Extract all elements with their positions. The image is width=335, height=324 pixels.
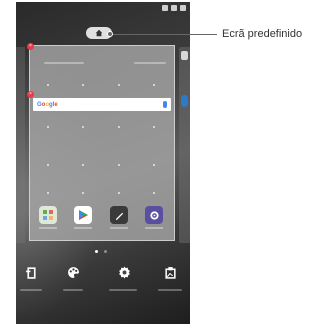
widgets-label: [20, 289, 42, 291]
app-label: [39, 227, 57, 229]
wallpaper-icon[interactable]: [163, 265, 177, 279]
grid-dot: [82, 84, 84, 86]
phone-screen: × × Google: [16, 2, 190, 324]
weather-widget-placeholder: [134, 62, 166, 64]
home-icon: [95, 29, 103, 37]
grid-dot: [118, 192, 120, 194]
grid-dot: [47, 192, 49, 194]
themes-label: [63, 289, 83, 291]
default-home-screen-label: Ecrã predefinido: [222, 28, 303, 40]
callout-line: [110, 34, 217, 35]
home-page-card[interactable]: × × Google: [27, 43, 175, 241]
grid-dot: [47, 84, 49, 86]
page-dot: [104, 250, 107, 253]
page-dot-active: [95, 250, 98, 253]
grid-dot: [153, 192, 155, 194]
signal-icon: [162, 5, 168, 11]
app-label: [145, 227, 163, 229]
home-settings-label: [109, 289, 137, 291]
wifi-icon: [171, 5, 177, 11]
app-label: [110, 227, 128, 229]
app-label: [74, 227, 92, 229]
next-page-preview[interactable]: [179, 47, 190, 243]
grid-dot: [47, 126, 49, 128]
grid-dot: [153, 84, 155, 86]
previous-page-preview[interactable]: [16, 47, 25, 243]
grid-dot: [118, 164, 120, 166]
callout-dot: [107, 31, 113, 37]
widgets-icon[interactable]: [24, 265, 38, 279]
grid-dot: [82, 126, 84, 128]
google-search-widget[interactable]: Google: [33, 98, 171, 111]
app-edge-icon: [181, 95, 188, 107]
grid-dot: [82, 192, 84, 194]
remove-page-icon[interactable]: ×: [27, 43, 34, 50]
mic-icon[interactable]: [163, 101, 167, 108]
contacts-app-icon[interactable]: [39, 206, 57, 224]
widget-edge-icon: [181, 51, 188, 60]
grid-dot: [153, 126, 155, 128]
settings-app-icon[interactable]: [145, 206, 163, 224]
grid-dot: [118, 126, 120, 128]
clock-widget-placeholder: [44, 62, 84, 64]
themes-palette-icon[interactable]: [66, 265, 80, 279]
grid-dot: [118, 84, 120, 86]
grid-dot: [153, 164, 155, 166]
status-bar: [16, 2, 190, 14]
wallpaper-label: [158, 289, 182, 291]
battery-icon: [180, 5, 186, 11]
play-store-icon[interactable]: [74, 206, 92, 224]
page-indicator: [95, 250, 107, 253]
grid-dot: [82, 164, 84, 166]
google-logo: Google: [37, 101, 58, 108]
home-settings-gear-icon[interactable]: [117, 265, 131, 279]
remove-widget-icon[interactable]: ×: [27, 91, 34, 98]
notes-pen-icon[interactable]: [110, 206, 128, 224]
grid-dot: [47, 164, 49, 166]
